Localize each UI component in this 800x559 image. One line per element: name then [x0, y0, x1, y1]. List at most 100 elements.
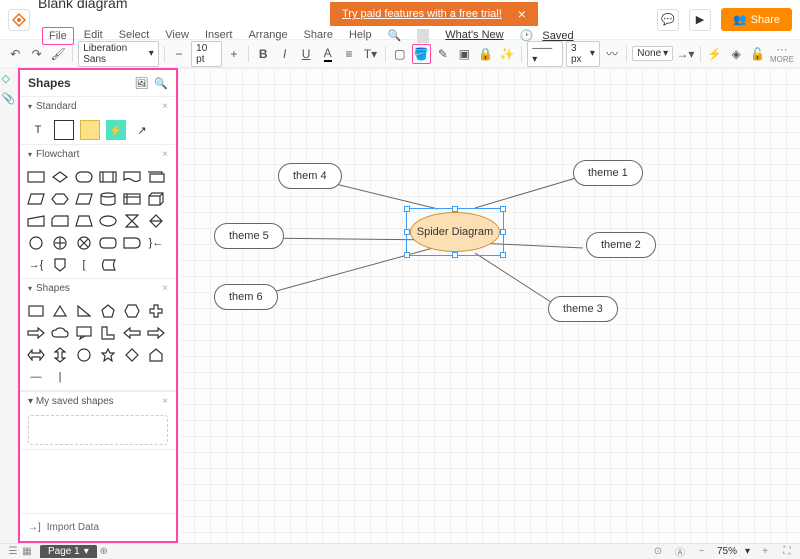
fc-sort[interactable]	[146, 212, 166, 230]
node-theme2[interactable]: theme 2	[586, 232, 656, 258]
rail-clip-icon[interactable]: 📎	[2, 92, 16, 106]
menu-view[interactable]: View	[159, 27, 195, 45]
node-them4[interactable]: them 4	[278, 163, 342, 189]
note-shape[interactable]	[80, 120, 100, 140]
fc-connector[interactable]	[50, 256, 70, 274]
fc-ellipse[interactable]	[98, 212, 118, 230]
fc-parallelogram[interactable]	[74, 190, 94, 208]
fc-or[interactable]	[74, 234, 94, 252]
share-button[interactable]: 👥 Share	[721, 8, 792, 31]
sh-rect[interactable]	[26, 302, 46, 320]
font-size-inc[interactable]: +	[225, 44, 243, 64]
sh-diamond[interactable]	[122, 346, 142, 364]
menu-arrange[interactable]: Arrange	[242, 27, 293, 45]
redo-icon[interactable]: ↷	[27, 44, 45, 64]
fc-hex[interactable]	[50, 190, 70, 208]
fc-brace-r[interactable]: }←	[146, 234, 166, 252]
sh-minus[interactable]: —	[26, 368, 46, 386]
close-icon[interactable]: ×	[162, 396, 168, 407]
fc-multidoc[interactable]	[146, 168, 166, 186]
shadow-icon[interactable]: ▣	[455, 44, 473, 64]
saved-shapes-dropzone[interactable]	[28, 415, 168, 445]
fc-trap[interactable]	[74, 212, 94, 230]
search-icon[interactable]: 🔍	[154, 77, 168, 90]
import-data-button[interactable]: →] Import Data	[20, 513, 176, 541]
rail-shapes-icon[interactable]: ◇	[2, 72, 16, 86]
arrow-shape[interactable]: ↗	[132, 120, 152, 140]
undo-icon[interactable]: ↶	[6, 44, 24, 64]
sh-arr-ud[interactable]	[50, 346, 70, 364]
section-standard[interactable]: ▾Standard×	[20, 97, 176, 116]
menu-help[interactable]: Help	[343, 27, 378, 45]
fc-stored[interactable]	[98, 256, 118, 274]
sh-star[interactable]	[98, 346, 118, 364]
sh-circle[interactable]	[74, 346, 94, 364]
underline-icon[interactable]: U	[297, 44, 315, 64]
line-color-icon[interactable]: 〰	[603, 44, 621, 64]
sh-cloud[interactable]	[50, 324, 70, 342]
close-icon[interactable]: ×	[162, 149, 168, 160]
align-icon[interactable]: ≡	[340, 44, 358, 64]
canvas[interactable]: them 4 theme 1 theme 5 theme 2 them 6 th…	[178, 68, 800, 543]
fc-sum[interactable]	[50, 234, 70, 252]
grid-view-icon[interactable]: ▦	[20, 545, 34, 559]
zoom-in-icon[interactable]: +	[758, 545, 772, 559]
text-options-icon[interactable]: T▾	[361, 44, 379, 64]
sh-arr-rr[interactable]	[146, 324, 166, 342]
section-saved[interactable]: ▾ My saved shapes×	[20, 391, 176, 411]
bold-icon[interactable]: B	[254, 44, 272, 64]
fc-manual-input[interactable]	[26, 212, 46, 230]
layers-icon[interactable]: ◈	[727, 44, 745, 64]
node-them6[interactable]: them 6	[214, 284, 278, 310]
fc-comment[interactable]: [	[74, 256, 94, 274]
fc-decision[interactable]	[50, 168, 70, 186]
font-size-dec[interactable]: −	[170, 44, 188, 64]
border-color-icon[interactable]: ✎	[434, 44, 452, 64]
zoom-level[interactable]: 75%	[717, 546, 737, 557]
line-style[interactable]: —— ▾	[527, 41, 563, 67]
fc-circle[interactable]	[26, 234, 46, 252]
sh-hex[interactable]	[122, 302, 142, 320]
font-size[interactable]: 10 pt	[191, 41, 222, 67]
sh-cross[interactable]	[146, 302, 166, 320]
whats-new-link[interactable]: What's New	[439, 27, 509, 45]
sh-lblock[interactable]	[98, 324, 118, 342]
arrow-end-icon[interactable]: →▾	[676, 44, 694, 64]
comment-icon[interactable]: 💬	[657, 9, 679, 31]
node-theme3[interactable]: theme 3	[548, 296, 618, 322]
sh-line[interactable]: |	[50, 368, 70, 386]
sh-tri[interactable]	[50, 302, 70, 320]
fc-document[interactable]	[122, 168, 142, 186]
fc-cube[interactable]	[146, 190, 166, 208]
fc-internal[interactable]	[122, 190, 142, 208]
zoom-out-icon[interactable]: −	[695, 545, 709, 559]
magic-icon[interactable]: ✨	[498, 44, 516, 64]
trial-banner[interactable]: Try paid features with a free trial! ×	[330, 2, 538, 26]
fc-display[interactable]	[98, 234, 118, 252]
arrow-style[interactable]: None ▾	[632, 46, 673, 61]
fc-card[interactable]	[50, 212, 70, 230]
sh-rtri[interactable]	[74, 302, 94, 320]
text-color-icon[interactable]: A	[318, 44, 336, 64]
close-icon[interactable]: ×	[162, 283, 168, 294]
flash-icon[interactable]: ⚡	[706, 44, 724, 64]
paint-format-icon[interactable]: 🖌	[49, 44, 67, 64]
cloud-lock-icon[interactable]: 🔓	[748, 44, 766, 64]
stroke-width[interactable]: 3 px ▾	[566, 41, 600, 67]
banner-text[interactable]: Try paid features with a free trial!	[342, 8, 502, 20]
accessibility-icon[interactable]: Ⓐ	[673, 545, 687, 559]
fc-collate[interactable]	[122, 212, 142, 230]
add-page-icon[interactable]: ⊕	[97, 545, 111, 559]
fill-color-icon[interactable]: 🪣	[412, 44, 431, 64]
zoom-caret[interactable]: ▾	[745, 546, 750, 557]
sh-pent[interactable]	[98, 302, 118, 320]
section-shapes[interactable]: ▾Shapes×	[20, 279, 176, 298]
sh-arr-l[interactable]	[122, 324, 142, 342]
node-theme5[interactable]: theme 5	[214, 223, 284, 249]
sh-house[interactable]	[146, 346, 166, 364]
help-icon[interactable]: 🔍	[382, 27, 408, 45]
sh-callout[interactable]	[74, 324, 94, 342]
shape-fill-icon[interactable]: ▢	[391, 44, 409, 64]
image-icon[interactable]: 🖼	[134, 77, 148, 90]
text-shape[interactable]: T	[28, 120, 48, 140]
